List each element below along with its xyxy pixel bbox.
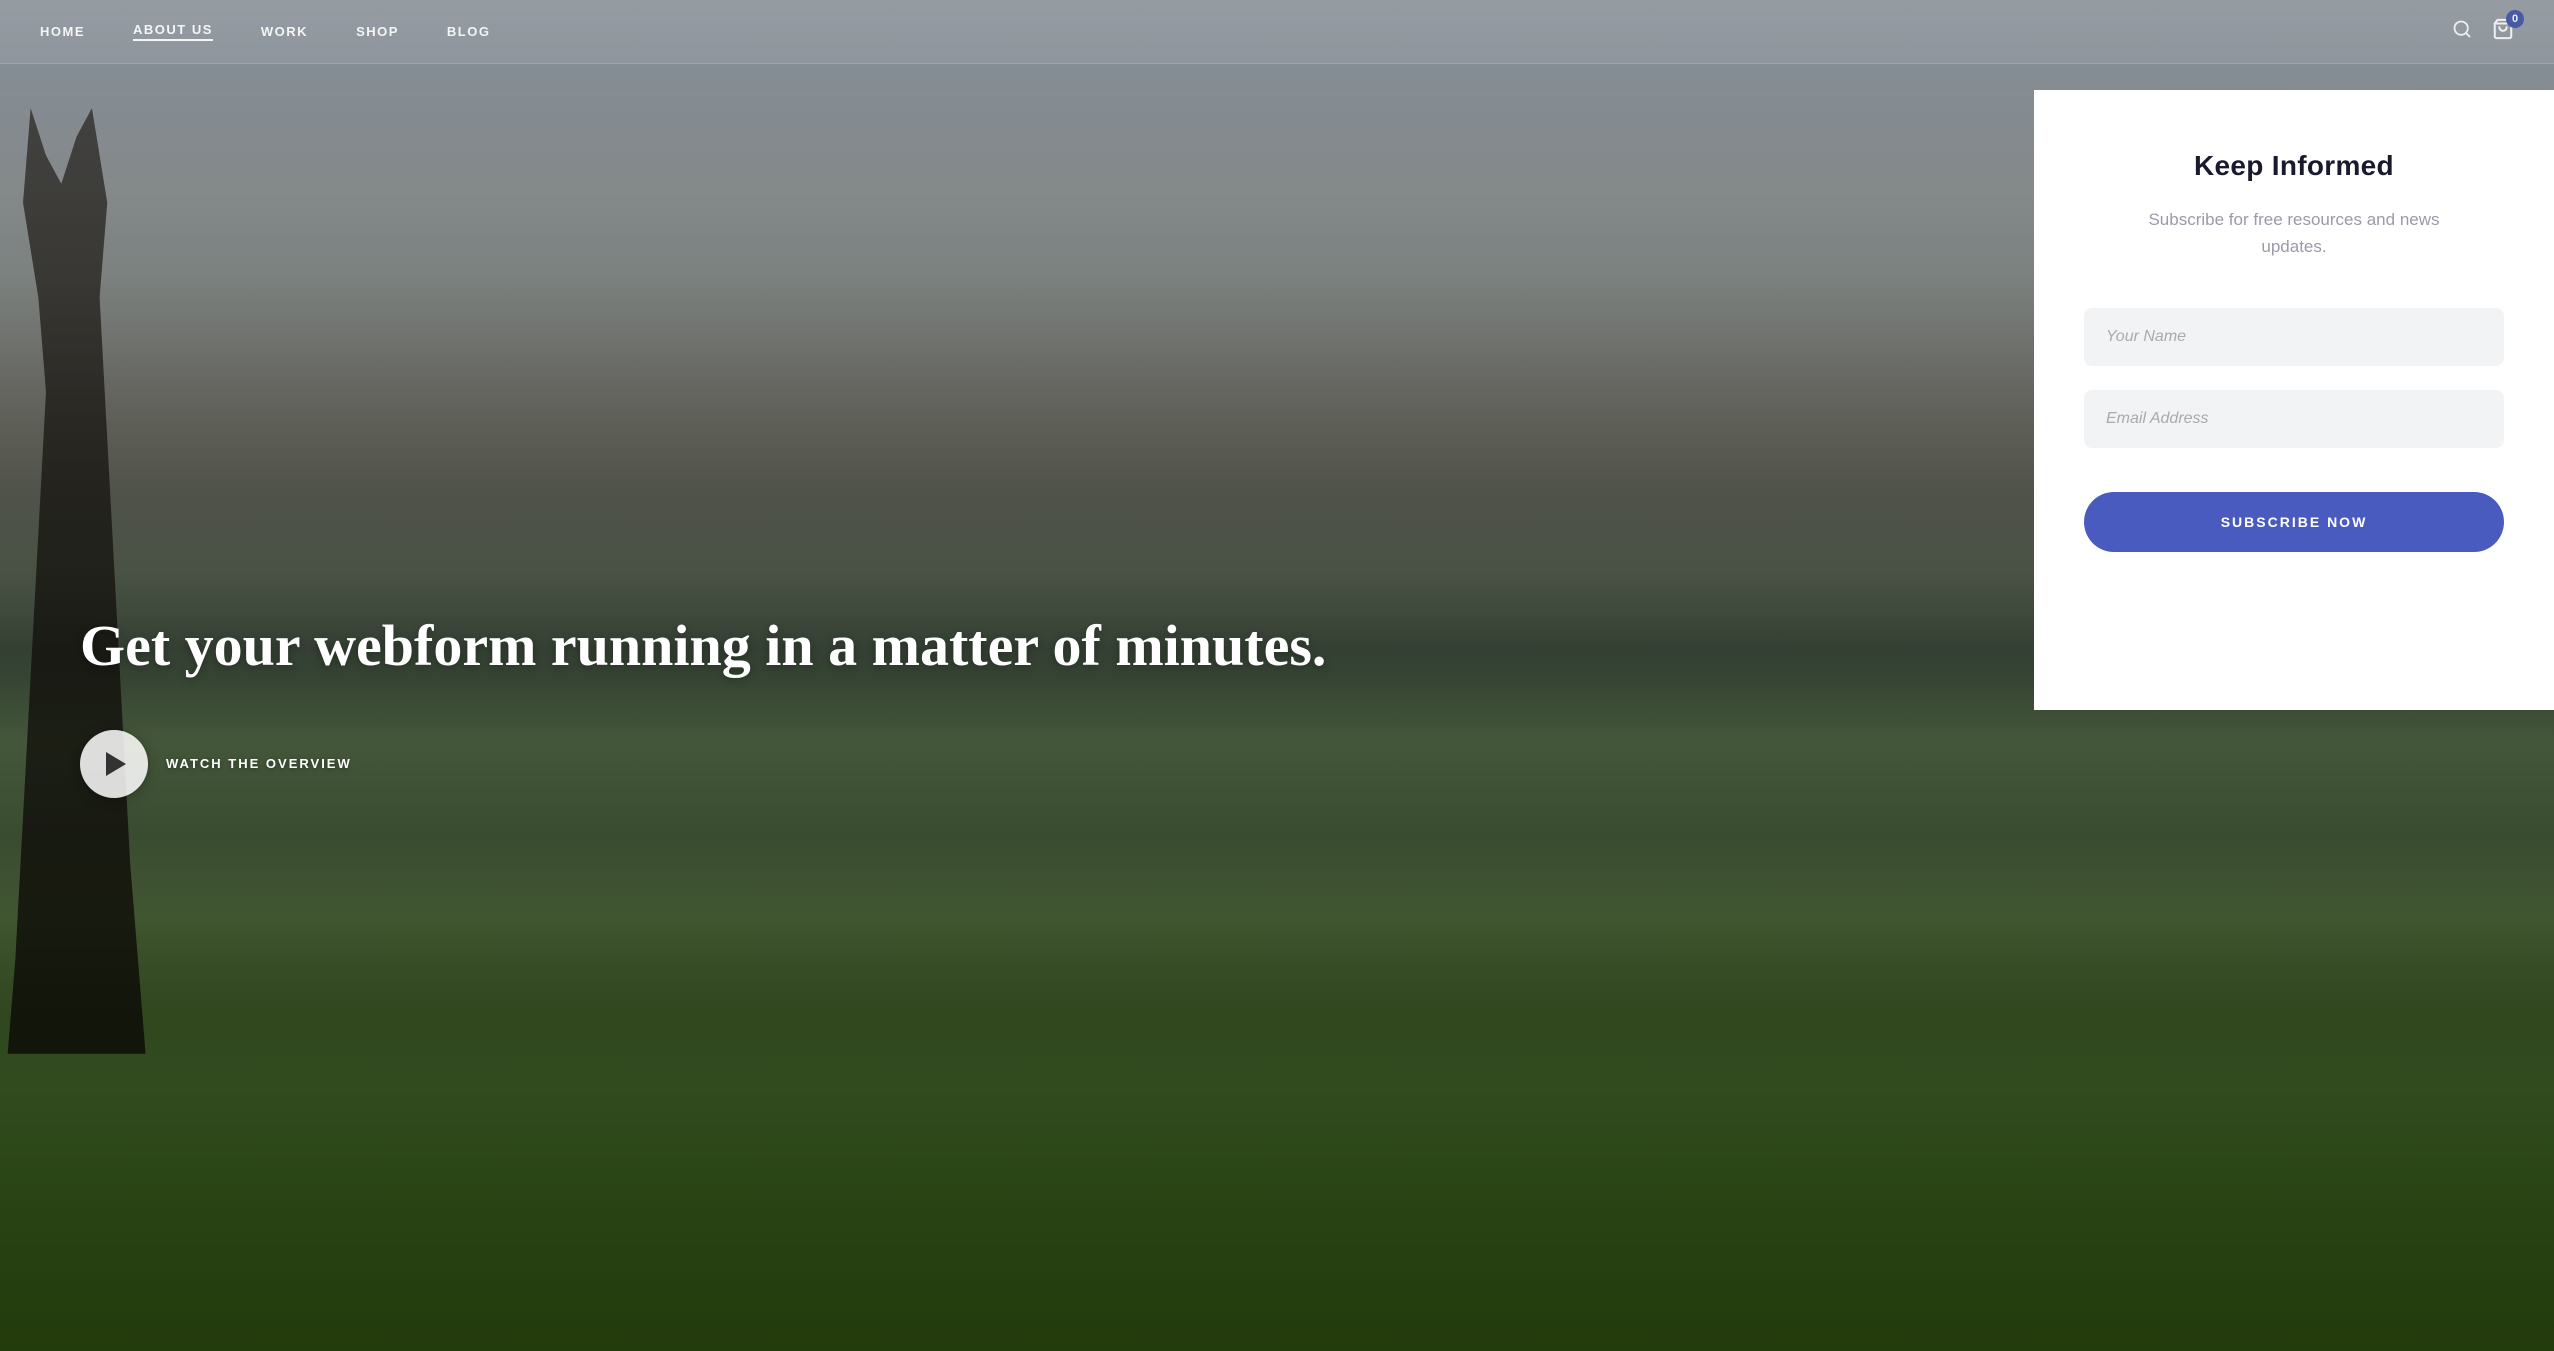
nav-items: HOME ABOUT US WORK SHOP BLOG xyxy=(40,22,490,41)
play-icon xyxy=(106,752,126,776)
subscribe-button[interactable]: SUBSCRIBE NOW xyxy=(2084,492,2504,552)
watch-overview[interactable]: WATCH THE OVERVIEW xyxy=(80,730,1441,798)
cart-icon[interactable]: 0 xyxy=(2492,18,2514,45)
nav-home[interactable]: HOME xyxy=(40,24,85,39)
name-input[interactable] xyxy=(2084,308,2504,366)
nav-shop[interactable]: SHOP xyxy=(356,24,399,39)
hero-content: Get your webform running in a matter of … xyxy=(0,0,2554,1351)
navbar: HOME ABOUT US WORK SHOP BLOG 0 xyxy=(0,0,2554,64)
nav-about-us[interactable]: ABOUT US xyxy=(133,22,213,41)
search-icon[interactable] xyxy=(2452,19,2472,44)
watch-label: WATCH THE OVERVIEW xyxy=(166,756,352,771)
cart-count: 0 xyxy=(2506,10,2524,28)
nav-work[interactable]: WORK xyxy=(261,24,308,39)
email-field xyxy=(2084,390,2504,448)
nav-actions: 0 xyxy=(2452,18,2514,45)
hero-left: Get your webform running in a matter of … xyxy=(80,553,1441,798)
hero-section: HOME ABOUT US WORK SHOP BLOG 0 xyxy=(0,0,2554,1351)
card-title: Keep Informed xyxy=(2194,150,2394,182)
subscribe-card: Keep Informed Subscribe for free resourc… xyxy=(2034,90,2554,710)
card-subtitle: Subscribe for free resources and news up… xyxy=(2134,206,2454,260)
nav-blog[interactable]: BLOG xyxy=(447,24,491,39)
play-button[interactable] xyxy=(80,730,148,798)
email-input[interactable] xyxy=(2084,390,2504,448)
hero-headline: Get your webform running in a matter of … xyxy=(80,613,1441,680)
name-field xyxy=(2084,308,2504,366)
